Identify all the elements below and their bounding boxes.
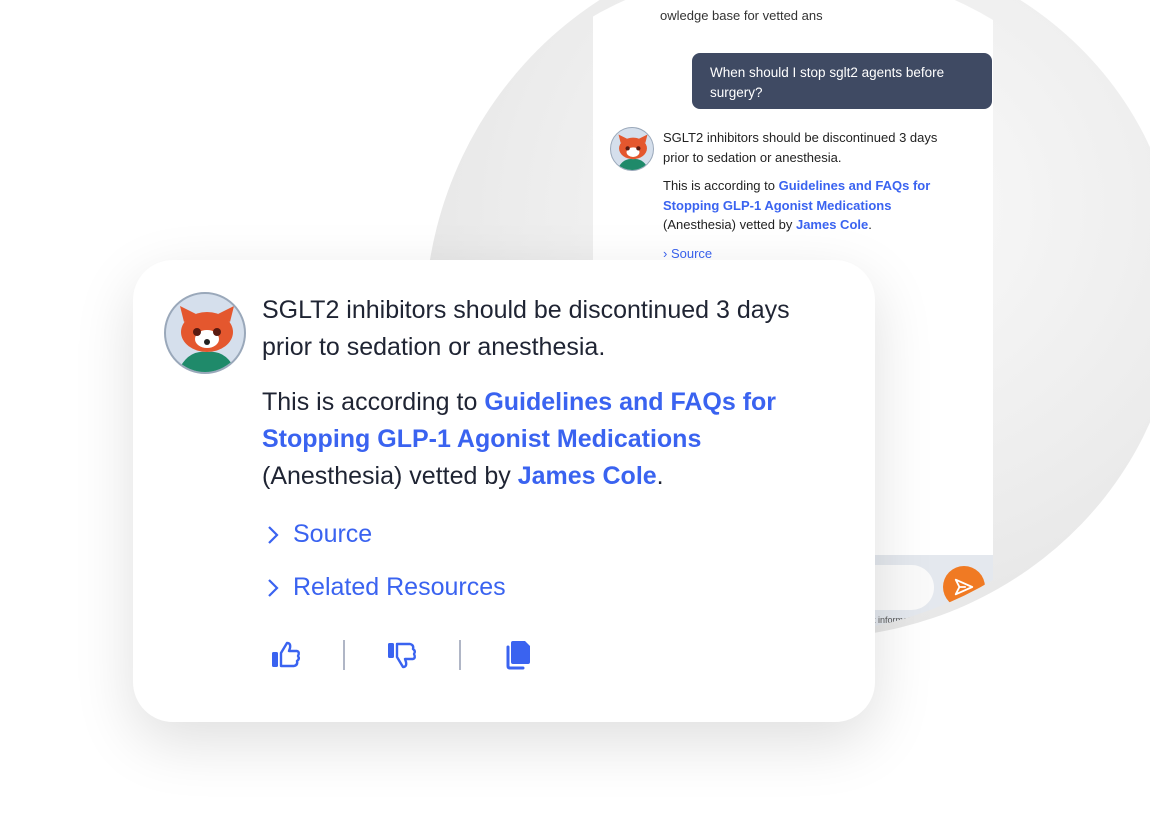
answer-attribution: This is according to Guidelines and FAQs… <box>262 384 842 495</box>
thumbs-up-button[interactable] <box>269 638 303 672</box>
assistant-avatar <box>610 127 654 171</box>
assistant-message: SGLT2 inhibitors should be discontinued … <box>663 128 963 263</box>
assistant-message: SGLT2 inhibitors should be discontinued … <box>262 292 842 513</box>
author-link[interactable]: James Cole <box>796 217 868 232</box>
copy-icon <box>506 641 530 670</box>
source-label: Source <box>293 520 373 548</box>
source-toggle[interactable]: Source <box>265 520 372 549</box>
answer-attribution: This is according to Guidelines and FAQs… <box>663 176 963 235</box>
author-link[interactable]: James Cole <box>518 462 657 490</box>
attribution-middle: (Anesthesia) vetted by <box>663 217 796 232</box>
attribution-prefix: This is according to <box>663 178 779 193</box>
divider <box>459 640 461 670</box>
thumbs-down-button[interactable] <box>385 638 419 672</box>
intro-text: owledge base for vetted ans <box>660 8 823 23</box>
chevron-right-icon <box>268 525 279 544</box>
attribution-middle: (Anesthesia) vetted by <box>262 462 518 490</box>
source-label: Source <box>670 245 713 261</box>
answer-text: SGLT2 inhibitors should be discontinued … <box>262 296 790 361</box>
assistant-avatar <box>164 292 246 374</box>
related-resources-toggle[interactable]: Related Resources <box>265 573 506 602</box>
thumbs-down-icon <box>388 642 416 669</box>
attribution-end: . <box>868 217 872 232</box>
thumbs-up-icon <box>272 641 300 668</box>
feedback-actions <box>269 638 535 672</box>
user-message: When should I stop sglt2 agents before s… <box>692 53 992 109</box>
chevron-right-icon: › <box>663 245 668 261</box>
answer-card: SGLT2 inhibitors should be discontinued … <box>133 260 875 722</box>
chevron-right-icon <box>268 578 279 597</box>
copy-button[interactable] <box>501 638 535 672</box>
answer-text: SGLT2 inhibitors should be discontinued … <box>663 130 938 165</box>
related-resources-label: Related Resources <box>293 573 506 601</box>
divider <box>343 640 345 670</box>
attribution-prefix: This is according to <box>262 388 485 416</box>
attribution-end: . <box>656 462 664 490</box>
